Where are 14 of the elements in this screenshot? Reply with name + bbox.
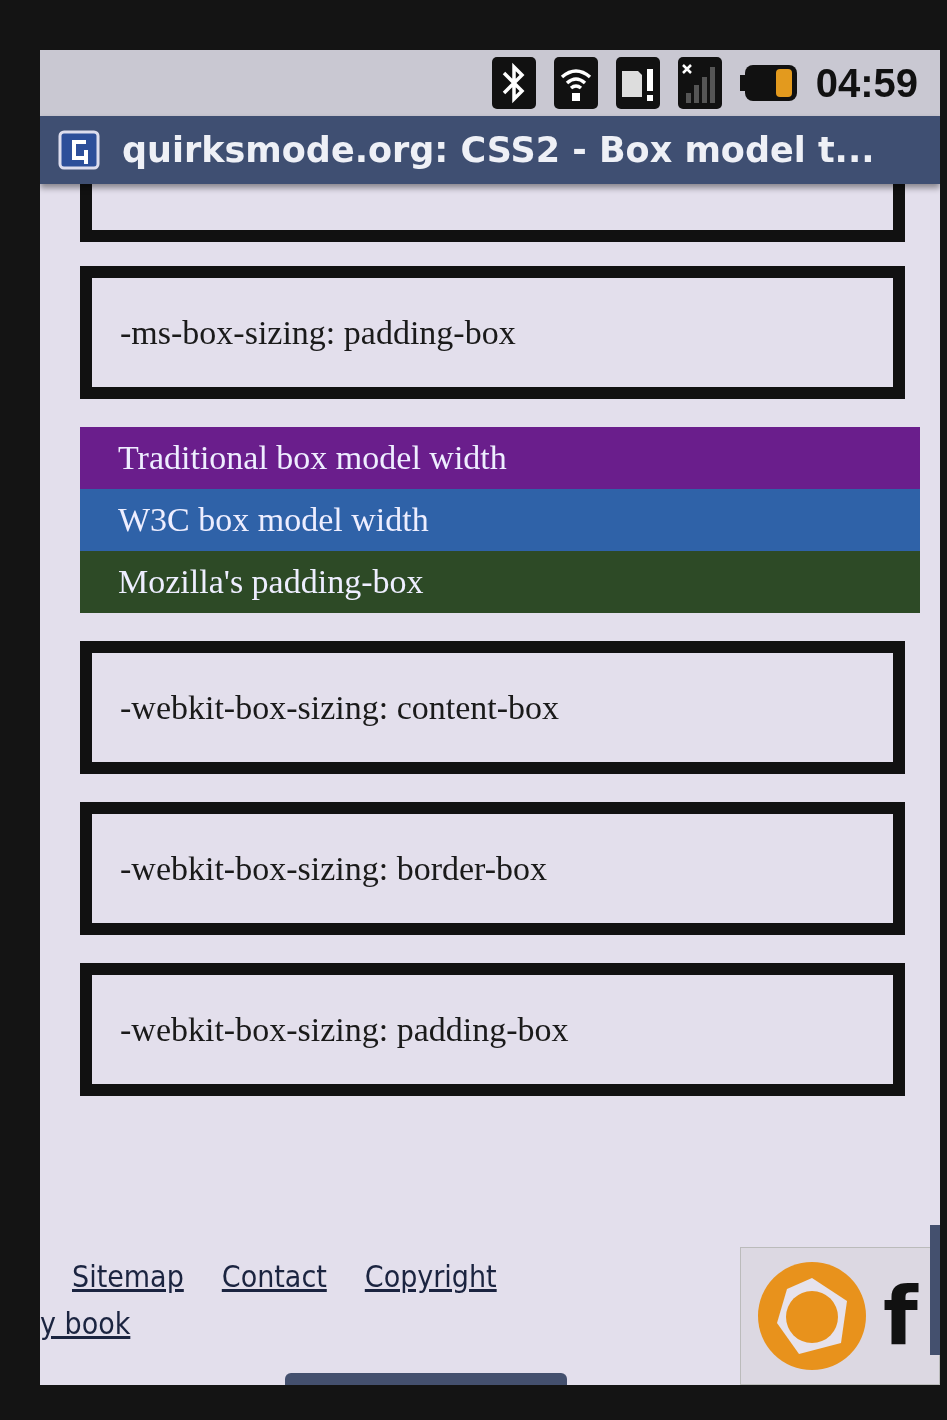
bordered-box: -ms-box-sizing: padding-box [80,266,905,399]
legend-bar: Mozilla's padding-box [80,551,920,613]
page-title: quirksmode.org: CSS2 - Box model t... [122,130,875,170]
logo-text: f [883,1269,918,1363]
footer-link[interactable]: Sitemap [72,1259,184,1294]
clock: 04:59 [815,60,918,106]
bordered-box: -webkit-box-sizing: border-box [80,802,905,935]
legend-bar: Traditional box model width [80,427,920,489]
footer-link[interactable]: y book [40,1306,497,1341]
footer-link[interactable]: Contact [221,1259,327,1294]
bordered-box: -webkit-box-sizing: padding-box [80,963,905,1096]
footer-link[interactable]: Copyright [364,1259,497,1294]
legend-bar: W3C box model width [80,489,920,551]
bordered-box: -webkit-box-sizing: content-box [80,641,905,774]
